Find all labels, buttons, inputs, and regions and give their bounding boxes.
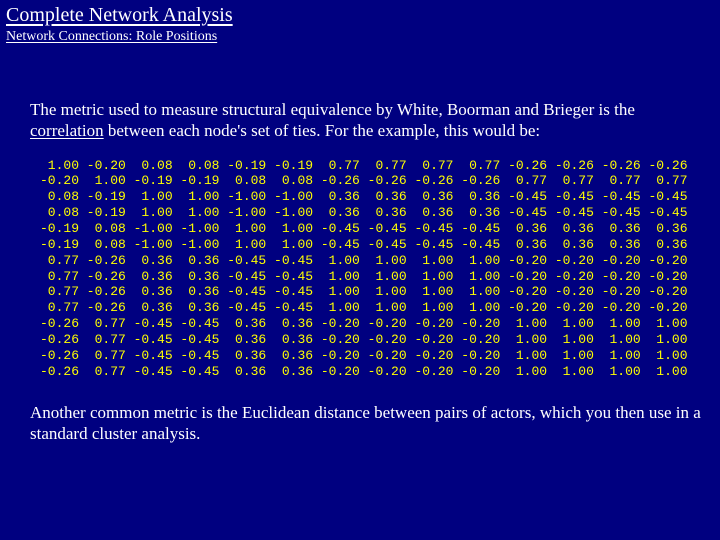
para1-text-a: The metric used to measure structural eq… (30, 100, 635, 119)
para1-underline: correlation (30, 121, 104, 140)
paragraph-1: The metric used to measure structural eq… (30, 99, 702, 142)
header: Complete Network Analysis Network Connec… (0, 0, 720, 45)
slide-subtitle: Network Connections: Role Positions (6, 29, 714, 45)
para1-text-b: between each node's set of ties. For the… (104, 121, 540, 140)
correlation-matrix: 1.00 -0.20 0.08 0.08 -0.19 -0.19 0.77 0.… (40, 158, 702, 380)
content: The metric used to measure structural eq… (0, 51, 720, 444)
slide-title: Complete Network Analysis (6, 4, 714, 27)
paragraph-2: Another common metric is the Euclidean d… (30, 402, 702, 445)
